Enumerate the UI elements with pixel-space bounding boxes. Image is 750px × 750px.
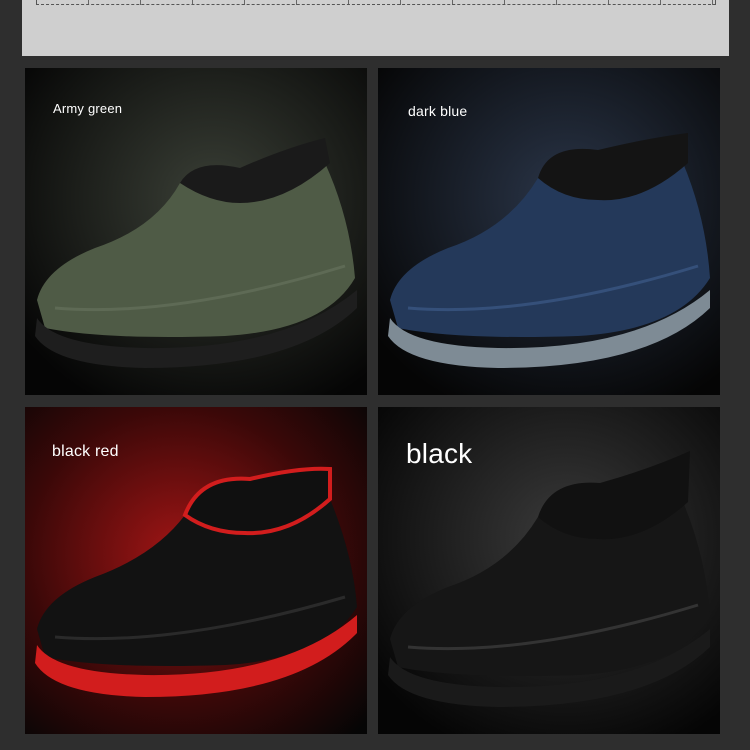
top-banner-panel <box>22 0 729 56</box>
product-tile-army-green[interactable]: Army green <box>25 68 367 395</box>
shoe-image-army-green <box>25 68 367 395</box>
color-label-army-green: Army green <box>53 101 123 116</box>
dashed-divider <box>36 0 716 5</box>
color-label-black: black <box>406 438 473 469</box>
color-label-dark-blue: dark blue <box>408 103 468 119</box>
color-label-black-red: black red <box>52 443 119 460</box>
product-tile-dark-blue[interactable]: dark blue <box>378 68 720 395</box>
product-tile-black[interactable]: black <box>378 407 720 734</box>
product-tile-black-red[interactable]: black red <box>25 407 367 734</box>
